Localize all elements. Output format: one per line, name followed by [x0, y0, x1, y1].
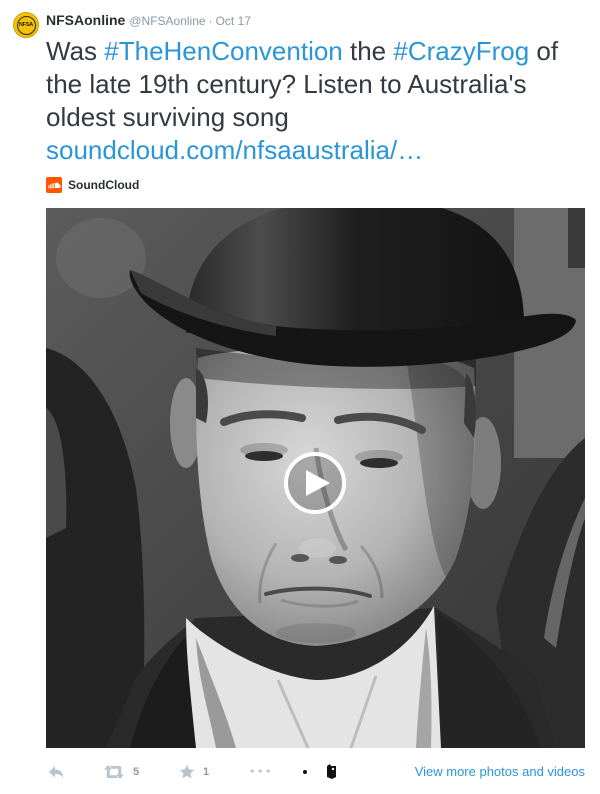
user-handle[interactable]: @NFSAonline	[129, 14, 205, 28]
extension-icon[interactable]	[326, 764, 337, 779]
card-provider[interactable]: SoundCloud	[46, 177, 139, 193]
reply-icon[interactable]	[48, 765, 64, 779]
header-separator: ·	[208, 14, 213, 28]
view-more-link[interactable]: View more photos and videos	[415, 764, 585, 780]
favorite-count: 1	[203, 766, 210, 778]
provider-name: SoundCloud	[68, 178, 140, 192]
tweet-text-segment: Was	[46, 36, 105, 66]
dot-icon[interactable]	[303, 770, 307, 774]
background-edge	[568, 208, 585, 268]
play-button[interactable]	[284, 452, 346, 514]
soundcloud-icon	[46, 177, 62, 193]
display-name[interactable]: NFSAonline	[46, 12, 125, 28]
avatar-logo-text: NFSA	[18, 22, 34, 28]
left-eye	[245, 451, 283, 461]
tweet-text: Was #TheHenConvention the #CrazyFrog of …	[46, 35, 586, 167]
retweet-icon[interactable]	[104, 765, 124, 779]
right-eye	[360, 458, 398, 468]
hashtag-link[interactable]: #TheHenConvention	[104, 36, 343, 66]
avatar[interactable]: NFSA	[13, 12, 39, 38]
tweet-text-segment: the	[342, 36, 394, 66]
tweet-photo[interactable]	[46, 208, 585, 748]
retweet-count: 5	[133, 766, 140, 778]
hashtag-link[interactable]: #CrazyFrog	[393, 36, 529, 66]
url-link[interactable]: soundcloud.com/nfsaaustralia/…	[46, 135, 423, 165]
star-icon[interactable]	[179, 764, 195, 780]
nfsa-logo: NFSA	[16, 15, 36, 35]
tweet-timestamp[interactable]: Oct 17	[216, 14, 251, 28]
tweet-header: NFSAonline @NFSAonline · Oct 17	[46, 11, 251, 29]
play-icon	[305, 470, 330, 496]
background-highlight	[56, 218, 146, 298]
more-options-button[interactable]: •••	[249, 763, 273, 781]
